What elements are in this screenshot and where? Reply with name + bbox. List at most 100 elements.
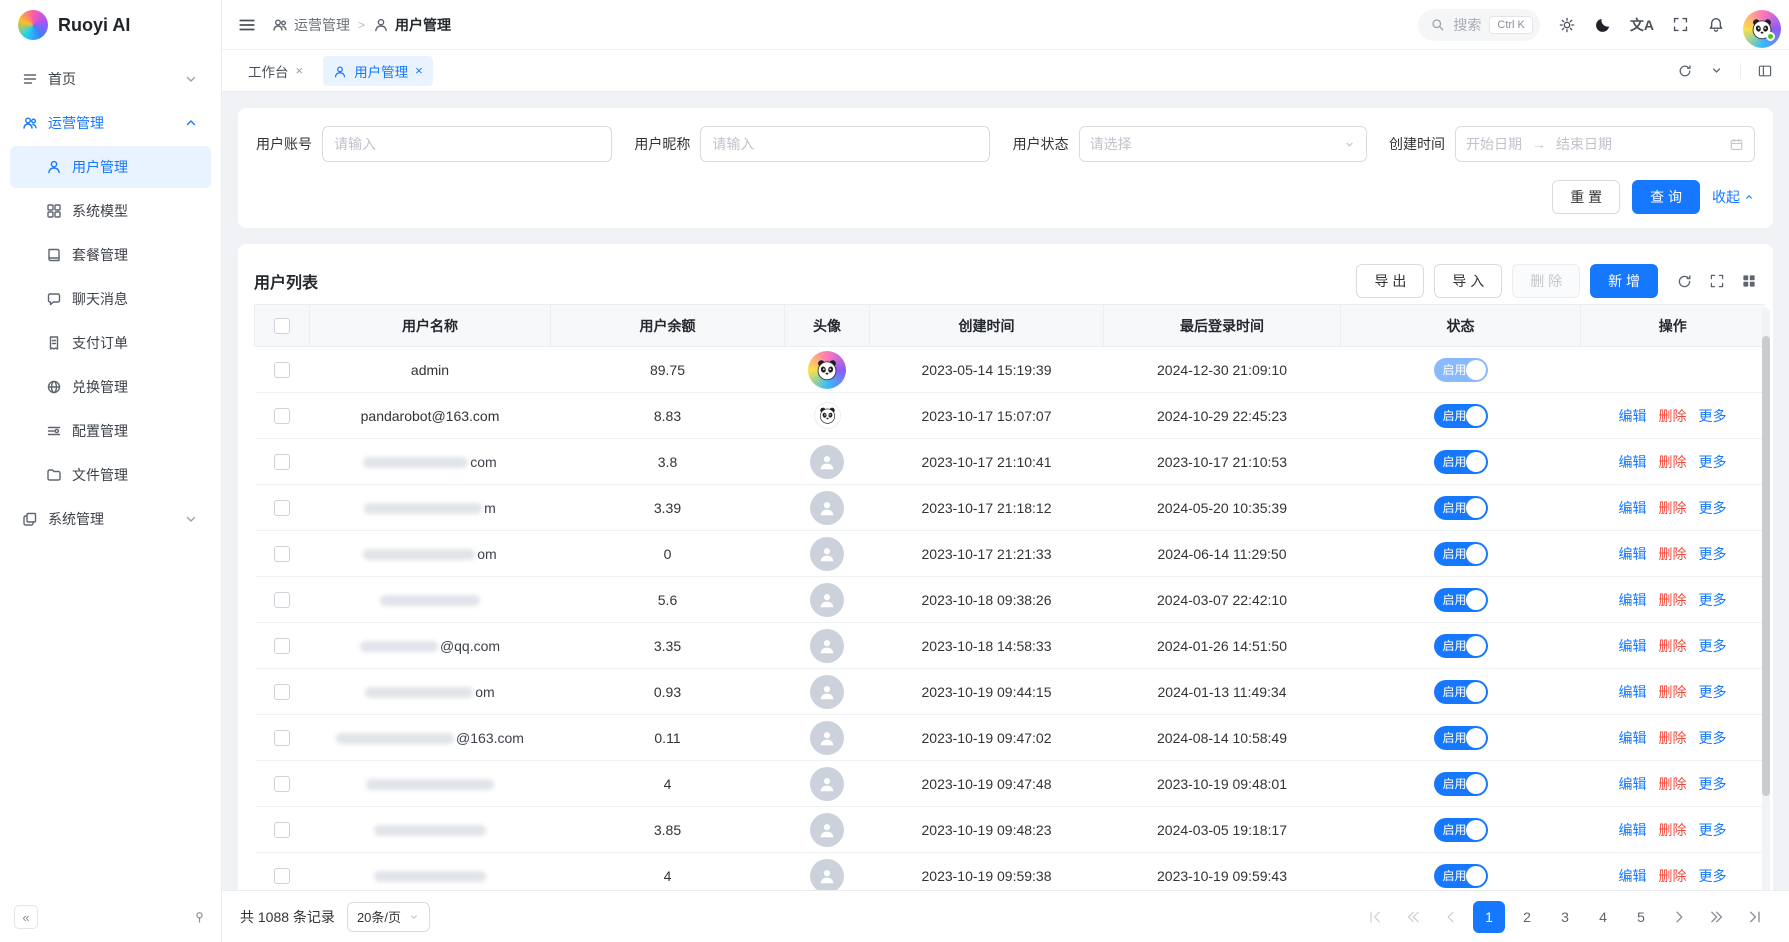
delete-link[interactable]: 删除 [1659, 406, 1687, 426]
table-scrollbar[interactable] [1762, 308, 1770, 890]
breadcrumb-item-user-management[interactable]: 用户管理 [373, 15, 451, 35]
row-checkbox[interactable] [274, 592, 290, 608]
notifications-bell-icon[interactable] [1707, 16, 1725, 34]
row-checkbox[interactable] [274, 362, 290, 378]
page-size-select[interactable]: 20条/页 [347, 902, 430, 932]
delete-link[interactable]: 删除 [1659, 544, 1687, 564]
next-page-button[interactable] [1663, 901, 1695, 933]
sidebar-subitem-file-management[interactable]: 文件管理 [10, 454, 211, 496]
first-page-button[interactable] [1359, 901, 1391, 933]
row-checkbox[interactable] [274, 638, 290, 654]
delete-link[interactable]: 删除 [1659, 590, 1687, 610]
sidebar-subitem-exchange-management[interactable]: 兑换管理 [10, 366, 211, 408]
status-toggle[interactable]: 启用 [1434, 588, 1488, 612]
jump-prev-button[interactable] [1397, 901, 1429, 933]
row-checkbox[interactable] [274, 546, 290, 562]
status-toggle[interactable]: 启用 [1434, 404, 1488, 428]
status-toggle[interactable]: 启用 [1434, 450, 1488, 474]
row-checkbox[interactable] [274, 776, 290, 792]
page-number-button[interactable]: 1 [1473, 901, 1505, 933]
row-checkbox[interactable] [274, 822, 290, 838]
delete-link[interactable]: 删除 [1659, 636, 1687, 656]
edit-link[interactable]: 编辑 [1619, 820, 1647, 840]
more-link[interactable]: 更多 [1699, 774, 1727, 794]
edit-link[interactable]: 编辑 [1619, 590, 1647, 610]
sidebar-subitem-system-model[interactable]: 系统模型 [10, 190, 211, 232]
sidebar-subitem-payment-orders[interactable]: 支付订单 [10, 322, 211, 364]
jump-next-button[interactable] [1701, 901, 1733, 933]
account-input[interactable] [322, 126, 612, 162]
sidebar-subitem-chat-messages[interactable]: 聊天消息 [10, 278, 211, 320]
search-button[interactable]: 查 询 [1632, 180, 1700, 214]
status-toggle[interactable]: 启用 [1434, 634, 1488, 658]
edit-link[interactable]: 编辑 [1619, 544, 1647, 564]
status-toggle[interactable]: 启用 [1434, 496, 1488, 520]
edit-link[interactable]: 编辑 [1619, 682, 1647, 702]
status-toggle[interactable]: 启用 [1434, 772, 1488, 796]
delete-link[interactable]: 删除 [1659, 820, 1687, 840]
sidebar-collapse-button[interactable]: « [14, 905, 38, 929]
nickname-input[interactable] [700, 126, 990, 162]
page-number-button[interactable]: 5 [1625, 901, 1657, 933]
dark-mode-moon-icon[interactable] [1594, 16, 1612, 34]
close-tab-icon[interactable]: × [415, 63, 423, 78]
edit-link[interactable]: 编辑 [1619, 636, 1647, 656]
status-toggle[interactable]: 启用 [1434, 542, 1488, 566]
table-fullscreen-icon[interactable] [1709, 273, 1725, 289]
sidebar-item-system-management[interactable]: 系统管理 [10, 498, 211, 540]
select-all-checkbox[interactable] [274, 318, 290, 334]
refresh-tab-icon[interactable] [1677, 63, 1693, 79]
edit-link[interactable]: 编辑 [1619, 774, 1647, 794]
import-button[interactable]: 导 入 [1434, 264, 1502, 298]
row-checkbox[interactable] [274, 408, 290, 424]
edit-link[interactable]: 编辑 [1619, 406, 1647, 426]
refresh-icon[interactable] [1676, 273, 1693, 290]
row-checkbox[interactable] [274, 500, 290, 516]
status-toggle[interactable]: 启用 [1434, 864, 1488, 888]
reset-button[interactable]: 重 置 [1552, 180, 1620, 214]
tab-user-management[interactable]: 用户管理× [323, 56, 433, 86]
row-checkbox[interactable] [274, 454, 290, 470]
more-link[interactable]: 更多 [1699, 452, 1727, 472]
status-toggle[interactable]: 启用 [1434, 726, 1488, 750]
layout-panel-icon[interactable] [1740, 63, 1773, 79]
pin-icon[interactable] [192, 910, 207, 925]
edit-link[interactable]: 编辑 [1619, 498, 1647, 518]
column-settings-icon[interactable] [1741, 273, 1757, 289]
status-toggle[interactable]: 启用 [1434, 358, 1488, 382]
more-link[interactable]: 更多 [1699, 498, 1727, 518]
row-checkbox[interactable] [274, 730, 290, 746]
sidebar-subitem-package-management[interactable]: 套餐管理 [10, 234, 211, 276]
collapse-filters-link[interactable]: 收起 [1712, 187, 1755, 207]
last-page-button[interactable] [1739, 901, 1771, 933]
edit-link[interactable]: 编辑 [1619, 452, 1647, 472]
status-select[interactable]: 请选择 [1079, 126, 1367, 162]
fullscreen-icon[interactable] [1672, 16, 1689, 33]
sidebar-item-home[interactable]: 首页 [10, 58, 211, 100]
status-toggle[interactable]: 启用 [1434, 680, 1488, 704]
page-number-button[interactable]: 3 [1549, 901, 1581, 933]
brand[interactable]: Ruoyi AI [0, 0, 221, 50]
sidebar-item-operations[interactable]: 运营管理 [10, 102, 211, 144]
hamburger-menu-icon[interactable] [238, 16, 256, 34]
more-link[interactable]: 更多 [1699, 866, 1727, 886]
more-link[interactable]: 更多 [1699, 820, 1727, 840]
edit-link[interactable]: 编辑 [1619, 728, 1647, 748]
page-number-button[interactable]: 2 [1511, 901, 1543, 933]
chevron-down-icon[interactable] [1709, 63, 1724, 78]
sidebar-subitem-config-management[interactable]: 配置管理 [10, 410, 211, 452]
date-range-picker[interactable]: 开始日期 → 结束日期 [1455, 126, 1755, 162]
language-translate-icon[interactable]: 文A [1630, 15, 1654, 35]
more-link[interactable]: 更多 [1699, 406, 1727, 426]
settings-gear-icon[interactable] [1558, 16, 1576, 34]
close-tab-icon[interactable]: × [296, 63, 304, 78]
breadcrumb-item-operations[interactable]: 运营管理 [272, 15, 350, 35]
edit-link[interactable]: 编辑 [1619, 866, 1647, 886]
export-button[interactable]: 导 出 [1356, 264, 1424, 298]
prev-page-button[interactable] [1435, 901, 1467, 933]
more-link[interactable]: 更多 [1699, 636, 1727, 656]
page-number-button[interactable]: 4 [1587, 901, 1619, 933]
delete-link[interactable]: 删除 [1659, 728, 1687, 748]
more-link[interactable]: 更多 [1699, 728, 1727, 748]
status-toggle[interactable]: 启用 [1434, 818, 1488, 842]
